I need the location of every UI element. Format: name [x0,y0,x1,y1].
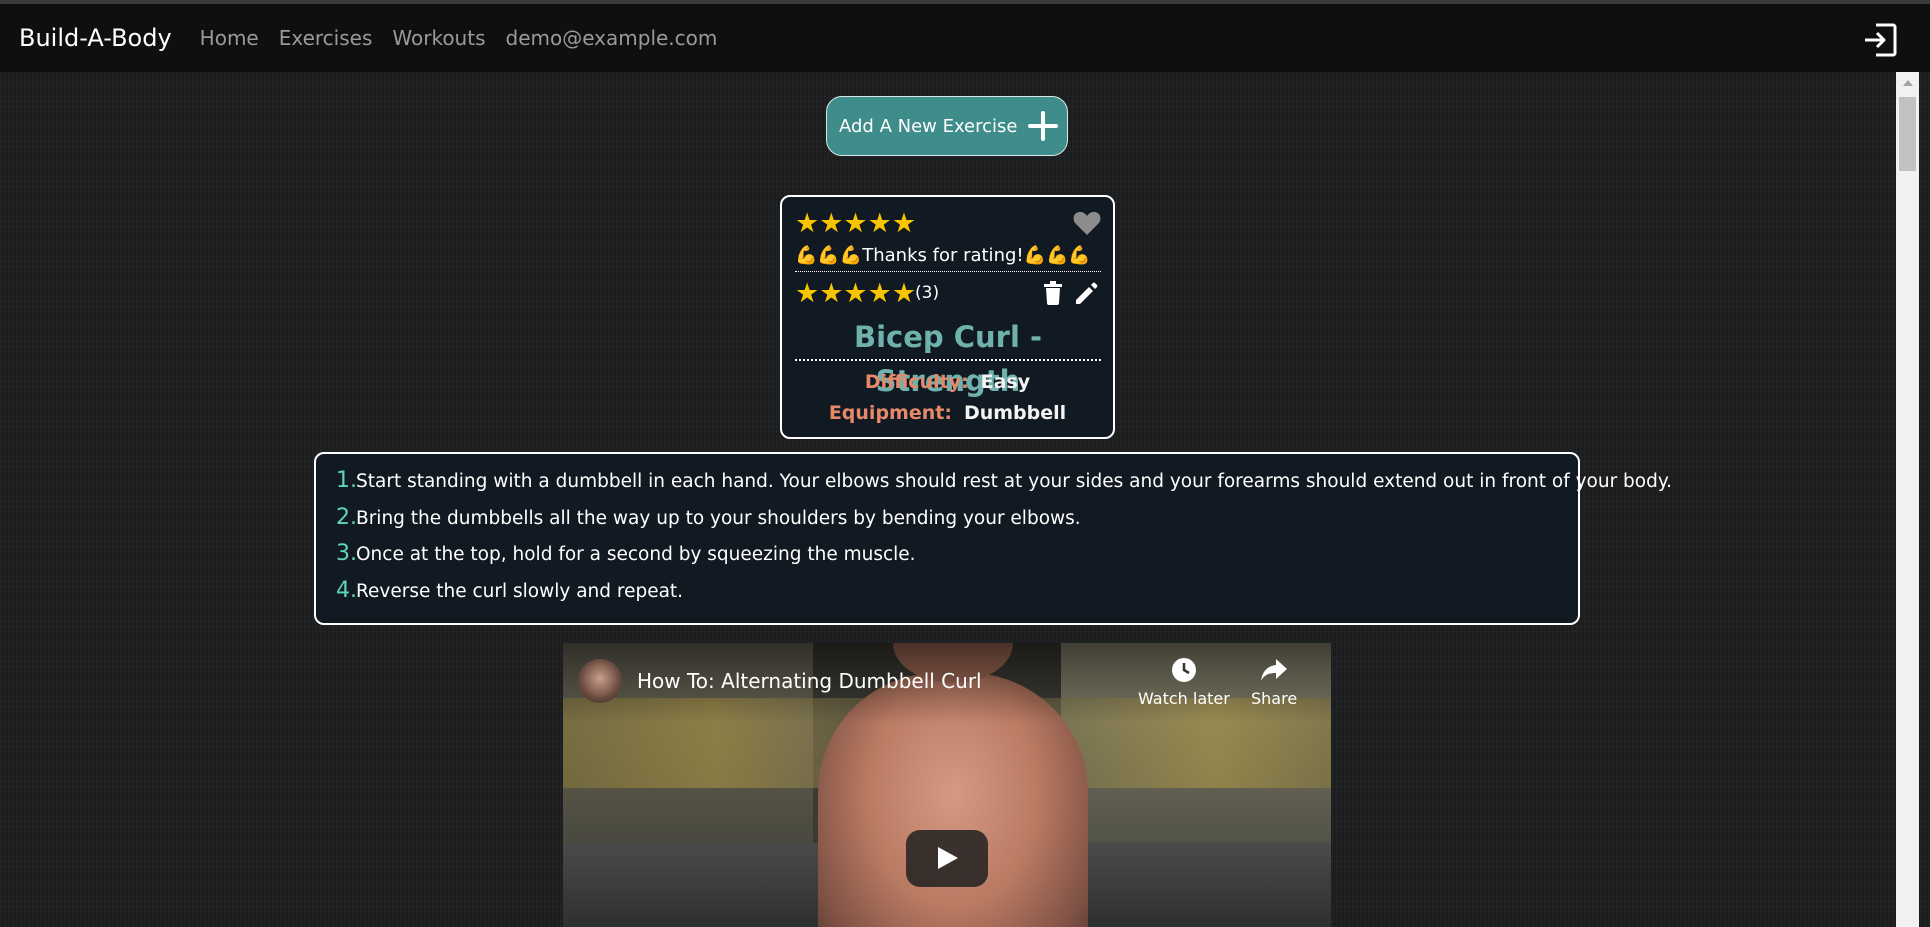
watch-later-label: Watch later [1138,689,1230,708]
average-rating-stars: ★★★★★ [795,278,917,309]
clock-icon [1171,658,1196,682]
instructions-list: 1. Start standing with a dumbbell in eac… [314,452,1672,625]
video-player[interactable]: How To: Alternating Dumbbell Curl Watch … [563,643,1331,927]
step-text: Bring the dumbbells all the way up to yo… [356,507,1081,529]
share-label: Share [1251,689,1298,708]
nav-link-workouts[interactable]: Workouts [392,26,485,50]
scrollbar-thumb[interactable] [1899,97,1916,171]
instruction-step: 1. Start standing with a dumbbell in eac… [336,468,1672,505]
difficulty-row: Difficulty: Easy [782,371,1113,393]
rating-stars-input[interactable]: ★★★★★ [795,207,916,241]
heart-icon[interactable] [1073,210,1101,236]
scroll-up-icon[interactable] [1903,80,1913,86]
instruction-step: 4. Reverse the curl slowly and repeat. [336,578,1578,615]
step-number: 3. [336,541,357,566]
logout-icon[interactable] [1862,22,1898,58]
nav-user-email[interactable]: demo@example.com [506,26,718,50]
share-button[interactable]: Share [1251,657,1297,708]
step-text: Start standing with a dumbbell in each h… [356,471,1673,492]
step-text: Once at the top, hold for a second by sq… [356,544,916,565]
exercise-card: ★★★★★ 💪💪💪Thanks for rating!💪💪💪 ★★★★★ (3)… [780,195,1115,439]
video-title[interactable]: How To: Alternating Dumbbell Curl [637,669,982,693]
rating-thanks-message: 💪💪💪Thanks for rating!💪💪💪 [795,241,1101,272]
equipment-row: Equipment: Dumbbell [782,402,1113,424]
instruction-step: 2. Bring the dumbbells all the way up to… [336,505,1578,542]
pencil-icon[interactable] [1073,281,1099,307]
step-number: 1. [336,468,357,493]
add-exercise-button[interactable]: Add A New Exercise [826,96,1068,156]
rating-count: (3) [915,283,940,303]
equipment-value: Dumbbell [963,402,1067,424]
difficulty-value: Easy [980,371,1031,393]
step-number: 4. [336,577,357,603]
share-icon [1261,659,1288,681]
exercise-title: Bicep Curl - Strength [795,315,1101,398]
instruction-step: 3. Once at the top, hold for a second by… [336,541,1578,578]
watch-later-button[interactable]: Watch later [1138,657,1230,708]
channel-avatar[interactable] [578,659,622,703]
navbar: Build-A-Body Home Exercises Workouts dem… [0,4,1930,72]
add-exercise-label: Add A New Exercise [839,115,1018,137]
page-scrollbar[interactable] [1896,72,1919,927]
plus-icon [1027,111,1058,141]
trash-icon[interactable] [1044,281,1062,305]
step-number: 2. [336,504,357,530]
step-text: Reverse the curl slowly and repeat. [356,580,684,602]
difficulty-label: Difficulty: [864,371,969,393]
equipment-label: Equipment: [828,402,952,424]
brand-link[interactable]: Build-A-Body [19,24,172,52]
nav-link-home[interactable]: Home [200,26,259,50]
nav-link-exercises[interactable]: Exercises [279,26,373,50]
play-button[interactable] [906,830,988,887]
